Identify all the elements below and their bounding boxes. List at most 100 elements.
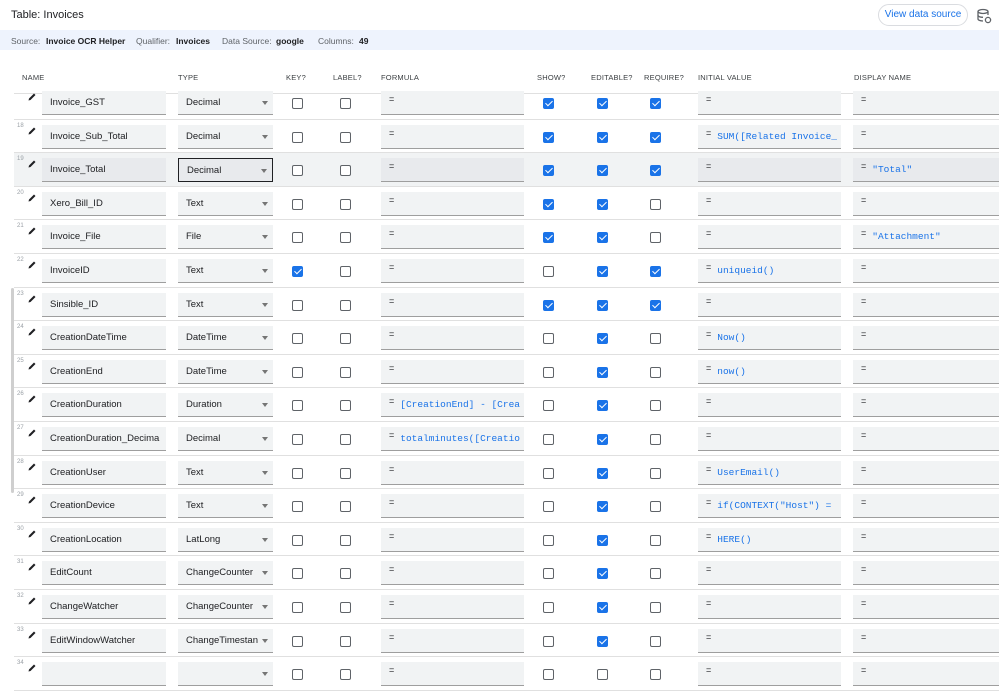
display-name-field[interactable]: = "Attachment"	[853, 225, 999, 250]
label-checkbox[interactable]	[340, 400, 351, 412]
label-checkbox[interactable]	[340, 635, 351, 647]
column-type-select[interactable]: Text	[178, 259, 273, 283]
display-name-field[interactable]: =	[853, 561, 999, 586]
label-checkbox[interactable]	[340, 434, 351, 445]
show-checkbox[interactable]	[543, 165, 554, 177]
key-checkbox[interactable]	[292, 534, 303, 546]
column-type-select[interactable]: File	[178, 225, 273, 250]
label-checkbox[interactable]	[340, 266, 351, 277]
column-name-field[interactable]: InvoiceID	[42, 259, 166, 283]
require-checkbox[interactable]	[650, 165, 661, 177]
column-name-field[interactable]: CreationDuration_Decima	[42, 427, 166, 451]
column-type-select[interactable]: Text	[178, 191, 273, 216]
pencil-edit-icon[interactable]	[27, 459, 37, 471]
label-checkbox[interactable]	[340, 501, 351, 513]
column-name-field[interactable]: CreationUser	[42, 460, 166, 485]
display-name-field[interactable]: =	[853, 494, 999, 519]
key-checkbox[interactable]	[292, 568, 303, 580]
display-name-field[interactable]: =	[853, 326, 999, 351]
display-name-field[interactable]: =	[853, 662, 999, 687]
show-checkbox[interactable]	[543, 266, 554, 277]
show-checkbox[interactable]	[543, 333, 554, 345]
formula-field[interactable]: =	[381, 124, 524, 149]
key-checkbox[interactable]	[292, 366, 303, 378]
key-checkbox[interactable]	[292, 602, 303, 613]
editable-checkbox[interactable]	[597, 366, 608, 378]
initial-value-field[interactable]: =	[698, 158, 841, 183]
formula-field[interactable]: =	[381, 158, 524, 183]
editable-checkbox[interactable]	[597, 434, 608, 445]
key-checkbox[interactable]	[292, 501, 303, 513]
editable-checkbox[interactable]	[597, 400, 608, 412]
database-settings-icon[interactable]	[976, 8, 992, 24]
formula-field[interactable]: =	[381, 662, 524, 687]
initial-value-field[interactable]: =	[698, 191, 841, 216]
column-name-field[interactable]: CreationDuration	[42, 393, 166, 418]
pencil-edit-icon[interactable]	[27, 526, 37, 538]
column-type-select[interactable]: Decimal	[178, 124, 273, 149]
initial-value-field[interactable]: = SUM([Related Invoice_	[698, 124, 841, 149]
display-name-field[interactable]: =	[853, 628, 999, 653]
require-checkbox[interactable]	[650, 568, 661, 580]
formula-field[interactable]: =	[381, 292, 524, 317]
show-checkbox[interactable]	[543, 568, 554, 580]
label-checkbox[interactable]	[340, 165, 351, 177]
initial-value-field[interactable]: =	[698, 427, 841, 451]
key-checkbox[interactable]	[292, 635, 303, 647]
column-type-select[interactable]	[178, 662, 273, 687]
column-type-select[interactable]: Text	[178, 494, 273, 519]
display-name-field[interactable]: =	[853, 527, 999, 552]
editable-checkbox[interactable]	[597, 131, 608, 143]
display-name-field[interactable]: =	[853, 91, 999, 115]
column-type-select[interactable]: Decimal	[178, 427, 273, 451]
pencil-edit-icon[interactable]	[27, 391, 37, 403]
pencil-edit-icon[interactable]	[27, 257, 37, 269]
pencil-edit-icon[interactable]	[27, 324, 37, 336]
editable-checkbox[interactable]	[597, 266, 608, 277]
column-type-select[interactable]: DateTime	[178, 326, 273, 351]
label-checkbox[interactable]	[340, 602, 351, 613]
column-name-field[interactable]: CreationLocation	[42, 527, 166, 552]
label-checkbox[interactable]	[340, 669, 351, 681]
require-checkbox[interactable]	[650, 434, 661, 445]
display-name-field[interactable]: =	[853, 460, 999, 485]
pencil-edit-icon[interactable]	[27, 123, 37, 135]
formula-field[interactable]: =	[381, 225, 524, 250]
editable-checkbox[interactable]	[597, 602, 608, 613]
label-checkbox[interactable]	[340, 534, 351, 546]
formula-field[interactable]: =	[381, 91, 524, 115]
initial-value-field[interactable]: = HERE()	[698, 527, 841, 552]
label-checkbox[interactable]	[340, 299, 351, 311]
show-checkbox[interactable]	[543, 635, 554, 647]
initial-value-field[interactable]: =	[698, 393, 841, 418]
require-checkbox[interactable]	[650, 467, 661, 479]
key-checkbox[interactable]	[292, 232, 303, 244]
column-name-field[interactable]: Xero_Bill_ID	[42, 191, 166, 216]
key-checkbox[interactable]	[292, 299, 303, 311]
formula-field[interactable]: =	[381, 359, 524, 384]
editable-checkbox[interactable]	[597, 467, 608, 479]
require-checkbox[interactable]	[650, 534, 661, 546]
pencil-edit-icon[interactable]	[27, 593, 37, 605]
initial-value-field[interactable]: = uniqueid()	[698, 259, 841, 283]
label-checkbox[interactable]	[340, 198, 351, 210]
require-checkbox[interactable]	[650, 131, 661, 143]
editable-checkbox[interactable]	[597, 98, 608, 109]
show-checkbox[interactable]	[543, 131, 554, 143]
formula-field[interactable]: =	[381, 326, 524, 351]
editable-checkbox[interactable]	[597, 669, 608, 681]
column-name-field[interactable]: EditWindowWatcher	[42, 628, 166, 653]
formula-field[interactable]: =	[381, 527, 524, 552]
column-type-select[interactable]: Decimal	[178, 158, 273, 183]
require-checkbox[interactable]	[650, 635, 661, 647]
display-name-field[interactable]: =	[853, 124, 999, 149]
show-checkbox[interactable]	[543, 98, 554, 109]
pencil-edit-icon[interactable]	[27, 559, 37, 571]
formula-field[interactable]: =	[381, 494, 524, 519]
formula-field[interactable]: =	[381, 259, 524, 283]
key-checkbox[interactable]	[292, 333, 303, 345]
pencil-edit-icon[interactable]	[27, 291, 37, 303]
label-checkbox[interactable]	[340, 131, 351, 143]
display-name-field[interactable]: = "Total"	[853, 158, 999, 183]
display-name-field[interactable]: =	[853, 259, 999, 283]
